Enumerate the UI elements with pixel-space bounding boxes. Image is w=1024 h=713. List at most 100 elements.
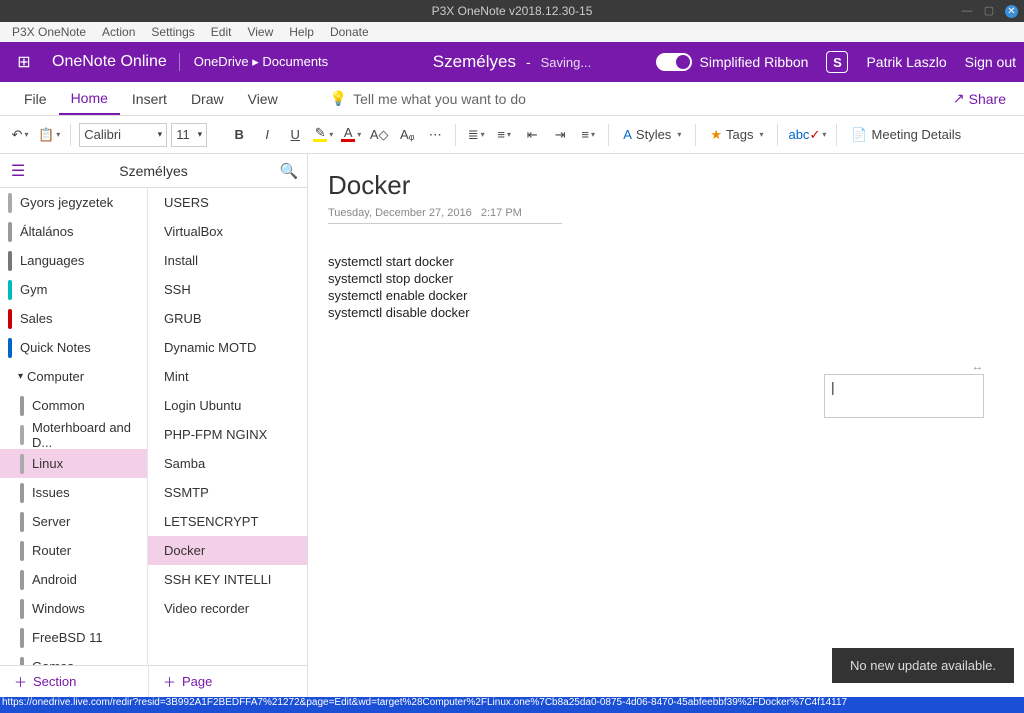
ribbon-toggle[interactable] [656,53,692,71]
undo-button[interactable]: ↶ [8,123,32,147]
share-button[interactable]: ↗ Share [953,82,1012,115]
section-item[interactable]: Issues [0,478,147,507]
section-item[interactable]: Router [0,536,147,565]
clear-format-button[interactable]: A◇ [367,123,391,147]
align-button[interactable]: ≡ [576,123,600,147]
section-item[interactable]: Gyors jegyzetek [0,188,147,217]
page-item[interactable]: Mint [148,362,307,391]
tell-me-search[interactable]: 💡 Tell me what you want to do [330,82,526,115]
page-item[interactable]: PHP-FPM NGINX [148,420,307,449]
minimize-icon[interactable]: — [961,5,973,17]
section-item[interactable]: Sales [0,304,147,333]
section-item[interactable]: Quick Notes [0,333,147,362]
page-item[interactable]: Login Ubuntu [148,391,307,420]
tab-view[interactable]: View [236,82,290,115]
note-editor[interactable]: Docker Tuesday, December 27, 2016 2:17 P… [308,154,1024,697]
app-launcher-icon[interactable]: ⊞ [8,52,40,72]
tab-file[interactable]: File [12,82,59,115]
ribbon-mode-label: Simplified Ribbon [700,54,809,70]
page-item[interactable]: GRUB [148,304,307,333]
navigation-pane: ☰ Személyes 🔍 Gyors jegyzetekÁltalánosLa… [0,154,308,697]
skype-icon[interactable]: S [826,51,848,73]
section-item[interactable]: Windows [0,594,147,623]
section-item[interactable]: Server [0,507,147,536]
numbering-button[interactable]: ≡ [492,123,516,147]
tab-home[interactable]: Home [59,82,120,115]
highlight-button[interactable]: ✎ [311,123,335,147]
app-menu: P3X OneNote Action Settings Edit View He… [0,22,1024,42]
menu-donate[interactable]: Donate [322,25,377,39]
add-page-button[interactable]: ＋Page [148,666,307,697]
section-item[interactable]: Linux [0,449,147,478]
app-title[interactable]: OneNote Online [40,53,180,71]
menu-help[interactable]: Help [281,25,322,39]
section-item[interactable]: Általános [0,217,147,246]
menu-view[interactable]: View [239,25,281,39]
maximize-icon[interactable]: ▢ [983,5,995,17]
indent-button[interactable]: ⇥ [548,123,572,147]
tab-draw[interactable]: Draw [179,82,236,115]
breadcrumb[interactable]: OneDrive ▸ Documents [194,54,328,70]
section-item[interactable]: Gym [0,275,147,304]
menu-p3x[interactable]: P3X OneNote [4,25,94,39]
clipboard-button[interactable]: 📋 [36,123,62,147]
window-title: P3X OneNote v2018.12.30-15 [432,4,593,18]
os-titlebar: P3X OneNote v2018.12.30-15 — ▢ ✕ [0,0,1024,22]
bold-button[interactable]: B [227,123,251,147]
italic-button[interactable]: I [255,123,279,147]
format-painter-button[interactable]: Aᵩ [395,123,419,147]
section-item[interactable]: Languages [0,246,147,275]
font-size-select[interactable]: 11▾ [171,123,207,147]
tab-insert[interactable]: Insert [120,82,179,115]
section-item[interactable]: FreeBSD 11 [0,623,147,652]
section-item[interactable]: Games [0,652,147,665]
page-item[interactable]: VirtualBox [148,217,307,246]
menu-edit[interactable]: Edit [203,25,240,39]
update-toast: No new update available. [832,648,1014,683]
ribbon-tabs: File Home Insert Draw View 💡 Tell me wha… [0,82,1024,116]
font-name-select[interactable]: Calibri▾ [79,123,167,147]
page-item[interactable]: Samba [148,449,307,478]
outdent-button[interactable]: ⇤ [520,123,544,147]
section-item[interactable]: Moterhboard and D... [0,420,147,449]
page-item[interactable]: USERS [148,188,307,217]
page-item[interactable]: Install [148,246,307,275]
add-section-button[interactable]: ＋Section [0,666,148,697]
meeting-details-button[interactable]: 📄Meeting Details [845,123,967,147]
spellcheck-button[interactable]: abc✓ [786,123,828,147]
sign-out-link[interactable]: Sign out [965,54,1016,70]
floating-text-box[interactable]: | [824,374,984,418]
section-item[interactable]: ▾Computer [0,362,147,391]
page-item[interactable]: Dynamic MOTD [148,333,307,362]
underline-button[interactable]: U [283,123,307,147]
hamburger-icon[interactable]: ☰ [0,161,36,181]
notebook-name[interactable]: Személyes [433,52,516,72]
section-item[interactable]: Common [0,391,147,420]
close-icon[interactable]: ✕ [1005,5,1018,18]
tags-button[interactable]: ★Tags [704,123,769,147]
plus-icon: ＋ [14,672,27,691]
notebook-label[interactable]: Személyes [36,163,271,179]
page-date: Tuesday, December 27, 2016 2:17 PM [328,207,562,224]
page-item[interactable]: LETSENCRYPT [148,507,307,536]
search-icon[interactable]: 🔍 [271,162,307,180]
styles-button[interactable]: AStyles [617,123,687,147]
page-item[interactable]: SSMTP [148,478,307,507]
share-icon: ↗ [953,90,965,107]
font-color-button[interactable]: A [339,123,363,147]
bullets-button[interactable]: ≣ [464,123,488,147]
section-item[interactable]: Android [0,565,147,594]
user-name[interactable]: Patrik Laszlo [866,54,946,70]
more-format-button[interactable]: ⋯ [423,123,447,147]
menu-settings[interactable]: Settings [143,25,202,39]
note-body[interactable]: systemctl start dockersystemctl stop doc… [328,254,1004,322]
menu-action[interactable]: Action [94,25,143,39]
page-item[interactable]: SSH KEY INTELLI [148,565,307,594]
page-item[interactable]: SSH [148,275,307,304]
page-item[interactable]: Video recorder [148,594,307,623]
lightbulb-icon: 💡 [330,90,347,107]
sections-list: Gyors jegyzetekÁltalánosLanguagesGymSale… [0,188,148,665]
page-item[interactable]: Docker [148,536,307,565]
plus-icon: ＋ [163,672,176,691]
page-title[interactable]: Docker [328,170,1004,201]
